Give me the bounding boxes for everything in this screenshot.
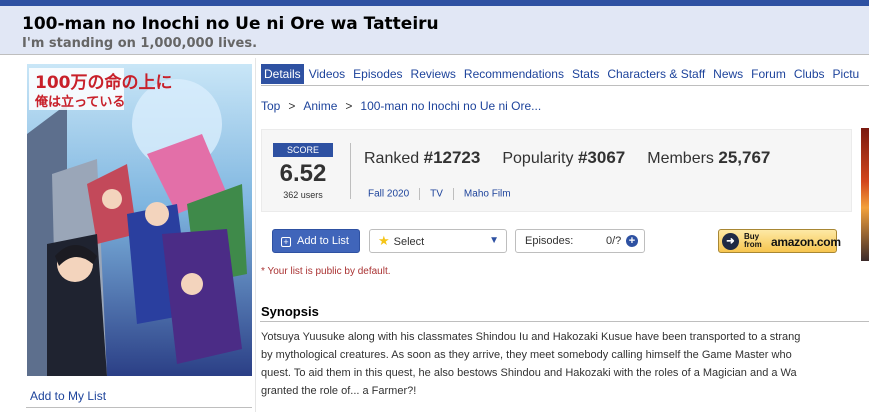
poster-logo-line1: 100万の命の上に bbox=[35, 72, 173, 93]
breadcrumb: Top > Anime >100-man no Inochi no Ue ni Ore… bbox=[261, 99, 541, 113]
tab-bar: Details Videos Episodes Reviews Recommendati… bbox=[261, 64, 869, 86]
plus-square-icon: + bbox=[281, 237, 291, 247]
english-title: I'm standing on 1,000,000 lives. bbox=[22, 36, 258, 51]
synopsis-line: granted the role of... a Farmer?! bbox=[261, 385, 417, 397]
poster-logo-line2: 俺は立っている bbox=[34, 94, 125, 110]
add-to-list-label: Add to List bbox=[297, 235, 349, 247]
ranked-stat[interactable]: Ranked #12723 bbox=[364, 148, 481, 167]
tab-stats[interactable]: Stats bbox=[569, 64, 602, 84]
breadcrumb-current[interactable]: 100-man no Inochi no Ue ni Ore... bbox=[360, 99, 541, 113]
members-value: 25,767 bbox=[718, 148, 771, 167]
stats-divider bbox=[350, 143, 351, 199]
episodes-count[interactable]: 0/? bbox=[606, 230, 621, 252]
status-select[interactable]: ★ Select ▼ bbox=[369, 229, 507, 253]
tab-forum[interactable]: Forum bbox=[748, 64, 789, 84]
tab-recommendations[interactable]: Recommendations bbox=[461, 64, 567, 84]
synopsis-line: Yotsuya Yuusuke along with his classmate… bbox=[261, 331, 801, 343]
add-to-list-button[interactable]: + Add to List bbox=[272, 229, 360, 253]
list-public-notice: * Your list is public by default. bbox=[261, 266, 391, 277]
tab-details[interactable]: Details bbox=[261, 64, 304, 84]
popularity-label: Popularity bbox=[502, 150, 574, 167]
page-title: 100-man no Inochi no Ue ni Ore wa Tattei… bbox=[22, 14, 439, 34]
breadcrumb-separator: > bbox=[345, 99, 353, 113]
members-stat: Members 25,767 bbox=[647, 148, 771, 167]
season-link[interactable]: Fall 2020 bbox=[368, 189, 409, 200]
popularity-stat[interactable]: Popularity #3067 bbox=[502, 148, 626, 167]
status-select-value: Select bbox=[393, 236, 425, 248]
score-value: 6.52 bbox=[279, 160, 327, 187]
breadcrumb-separator: > bbox=[288, 99, 296, 113]
meta-separator bbox=[419, 188, 421, 200]
type-link[interactable]: TV bbox=[430, 189, 443, 200]
tab-clubs[interactable]: Clubs bbox=[791, 64, 828, 84]
synopsis-divider bbox=[260, 321, 869, 322]
tab-reviews[interactable]: Reviews bbox=[408, 64, 459, 84]
members-label: Members bbox=[647, 150, 714, 167]
anime-meta: Fall 2020 TV Maho Film bbox=[368, 188, 511, 200]
tab-news[interactable]: News bbox=[710, 64, 746, 84]
studio-link[interactable]: Maho Film bbox=[464, 189, 511, 200]
star-icon: ★ bbox=[378, 233, 390, 248]
buy-from-label: Buy from bbox=[744, 232, 762, 249]
score-label: SCORE bbox=[273, 143, 333, 157]
episode-increment-icon[interactable]: + bbox=[626, 235, 638, 247]
anime-poster[interactable]: 100万の命の上に 俺は立っている bbox=[27, 64, 252, 376]
left-sidebar: 100万の命の上に 俺は立っている Add to My List bbox=[22, 58, 256, 412]
meta-separator bbox=[452, 188, 454, 200]
ranked-label: Ranked bbox=[364, 150, 420, 167]
amazon-brand: amazon.com bbox=[771, 235, 841, 249]
sidebar-divider bbox=[26, 407, 252, 408]
tab-episodes[interactable]: Episodes bbox=[350, 64, 405, 84]
synopsis-line: quest. To aid them in this quest, he als… bbox=[261, 367, 797, 379]
side-promo-image[interactable] bbox=[861, 128, 869, 261]
page-header: 100-man no Inochi no Ue ni Ore wa Tattei… bbox=[0, 6, 869, 55]
add-to-my-list-link[interactable]: Add to My List bbox=[30, 389, 106, 403]
amazon-arrow-icon: ➜ bbox=[722, 233, 739, 250]
tab-pictures[interactable]: Pictu bbox=[830, 64, 863, 84]
breadcrumb-anime[interactable]: Anime bbox=[303, 99, 337, 113]
tab-characters-staff[interactable]: Characters & Staff bbox=[604, 64, 708, 84]
episodes-label: Episodes: bbox=[525, 235, 574, 247]
ranked-value: #12723 bbox=[423, 148, 481, 167]
episodes-field: Episodes: 0/? + bbox=[515, 229, 645, 253]
score-users: 362 users bbox=[283, 190, 323, 200]
breadcrumb-top[interactable]: Top bbox=[261, 99, 280, 113]
caret-down-icon: ▼ bbox=[489, 235, 499, 246]
synopsis-line: by mythological creatures. As soon as th… bbox=[261, 349, 792, 361]
synopsis-text: Yotsuya Yuusuke along with his classmate… bbox=[261, 328, 869, 400]
stats-box: SCORE 6.52 362 users Ranked #12723 Popula… bbox=[261, 129, 852, 212]
rank-stats: Ranked #12723 Popularity #3067 Members 25,… bbox=[364, 148, 792, 168]
synopsis-heading: Synopsis bbox=[261, 304, 319, 319]
popularity-value: #3067 bbox=[577, 148, 626, 167]
tab-videos[interactable]: Videos bbox=[306, 64, 348, 84]
buy-from-amazon-button[interactable]: ➜ Buy from amazon.com bbox=[718, 229, 841, 253]
